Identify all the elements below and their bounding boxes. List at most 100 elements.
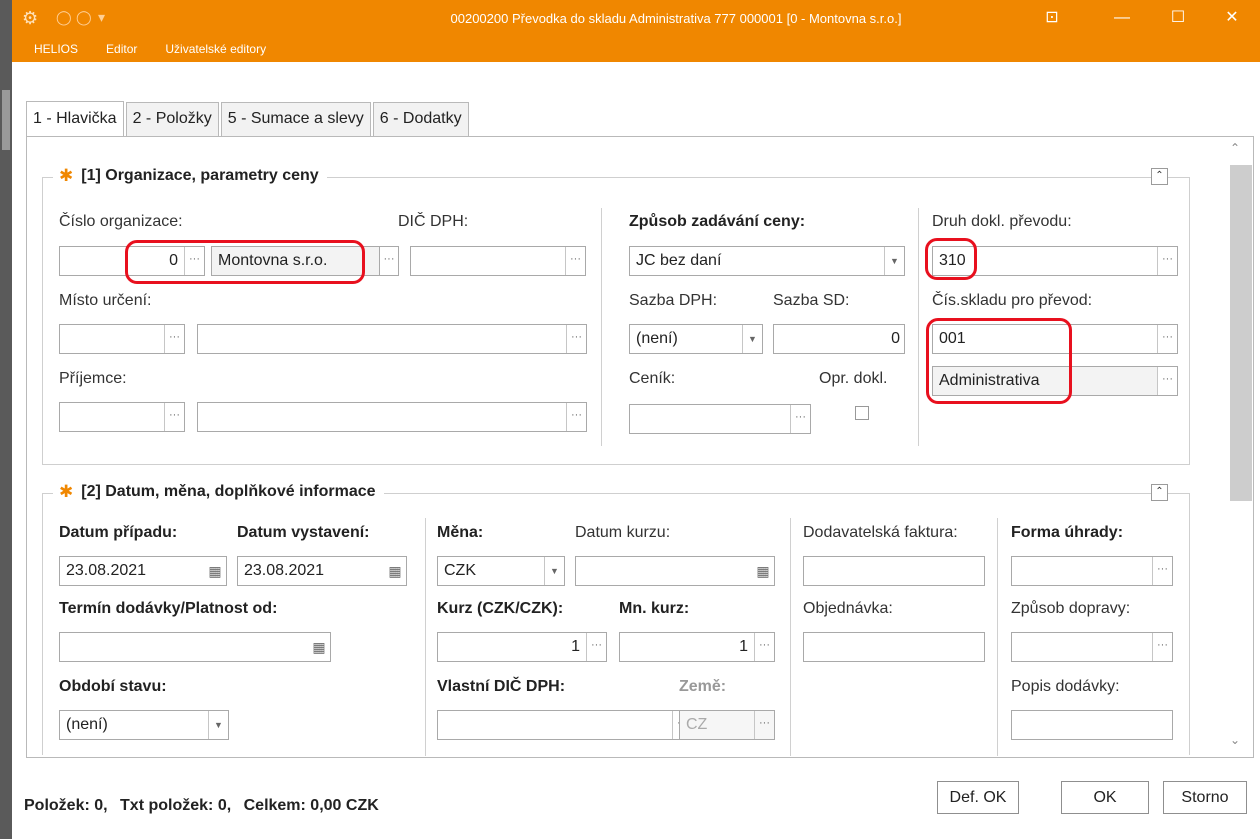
case-date-value: 23.08.2021 (66, 562, 147, 579)
close-button[interactable]: ✕ (1212, 6, 1252, 30)
browse-icon[interactable]: ··· (754, 633, 774, 661)
case-date-field[interactable]: 23.08.2021 ▦ (59, 556, 227, 586)
supplier-invoice-field[interactable] (803, 556, 985, 586)
sd-rate-value: 0 (891, 330, 900, 347)
currency-select[interactable]: CZK ▼ (437, 556, 565, 586)
browse-icon[interactable]: ··· (566, 403, 586, 431)
menu-bar: HELIOS Editor Uživatelské editory (12, 36, 280, 62)
tab-supplements[interactable]: 6 - Dodatky (372, 102, 469, 136)
star-icon: ✱ (59, 166, 74, 185)
sd-rate-field[interactable]: 0 (773, 324, 905, 354)
price-list-label: Ceník: (629, 370, 676, 387)
destination-name-field[interactable]: ··· (197, 324, 587, 354)
minimize-button[interactable]: — (1102, 6, 1142, 30)
browse-icon[interactable]: ··· (1157, 325, 1177, 353)
storno-button[interactable]: Storno (1163, 781, 1247, 814)
browse-icon[interactable]: ··· (379, 246, 399, 276)
scroll-up-icon[interactable]: ⌃ (1217, 141, 1253, 155)
chevron-down-icon[interactable]: ▼ (208, 711, 228, 739)
calendar-icon[interactable]: ▦ (752, 557, 774, 585)
title-bar: ⚙ ◯ ◯ ▾ 00200200 Převodka do skladu Admi… (12, 0, 1260, 62)
price-list-field[interactable]: ··· (629, 404, 811, 434)
delivery-description-field[interactable] (1011, 710, 1173, 740)
calendar-icon[interactable]: ▦ (204, 557, 226, 585)
divider (997, 518, 998, 756)
recipient-code-field[interactable]: ··· (59, 402, 185, 432)
divider (918, 208, 919, 446)
browse-icon[interactable]: ··· (164, 403, 184, 431)
browse-icon[interactable]: ··· (184, 247, 204, 275)
price-entry-value: JC bez daní (636, 252, 722, 269)
correction-doc-checkbox[interactable] (855, 406, 869, 420)
items-count: Položek: 0, (24, 797, 108, 814)
tab-header[interactable]: 1 - Hlavička (26, 101, 124, 137)
browse-icon[interactable]: ··· (1152, 557, 1172, 585)
browse-icon[interactable]: ··· (565, 247, 585, 275)
text-items-count: Txt položek: 0, (120, 797, 232, 814)
currency-value: CZK (444, 562, 476, 579)
destination-code-field[interactable]: ··· (59, 324, 185, 354)
section-date-currency: ✱ [2] Datum, měna, doplňkové informace ⌃… (42, 482, 1190, 756)
maximize-button[interactable]: ☐ (1158, 6, 1198, 30)
country-value: CZ (686, 716, 708, 733)
warehouse-number-label: Čís.skladu pro převod: (932, 292, 1093, 309)
tab-items[interactable]: 2 - Položky (125, 102, 219, 136)
rate-amount-field[interactable]: 1 ··· (619, 632, 775, 662)
menu-editor[interactable]: Editor (92, 36, 151, 62)
calendar-icon[interactable]: ▦ (308, 633, 330, 661)
ok-button[interactable]: OK (1061, 781, 1149, 814)
tab-summary-discounts[interactable]: 5 - Sumace a slevy (220, 102, 371, 136)
menu-user-editors[interactable]: Uživatelské editory (151, 36, 280, 62)
correction-doc-label: Opr. dokl. (819, 370, 888, 387)
rate-date-label: Datum kurzu: (575, 524, 671, 541)
own-vat-id-field[interactable]: ··· (437, 710, 693, 740)
delivery-term-label: Termín dodávky/Platnost od: (59, 600, 278, 617)
vertical-scrollbar[interactable]: ⌃ ⌄ (1217, 137, 1253, 757)
delivery-description-label: Popis dodávky: (1011, 678, 1120, 695)
issue-date-field[interactable]: 23.08.2021 ▦ (237, 556, 407, 586)
section-1-title[interactable]: ✱ [1] Organizace, parametry ceny (53, 166, 327, 186)
browse-icon[interactable]: ··· (566, 325, 586, 353)
period-select[interactable]: (není) ▼ (59, 710, 229, 740)
pin-button[interactable]: ⊡ (1032, 6, 1072, 30)
country-field: CZ ··· (679, 710, 775, 740)
organization-number-field[interactable]: 0 ··· (59, 246, 205, 276)
payment-form-field[interactable]: ··· (1011, 556, 1173, 586)
warehouse-number-value: 001 (939, 330, 966, 347)
scrollbar-thumb[interactable] (1230, 165, 1252, 501)
menu-helios[interactable]: HELIOS (12, 36, 92, 62)
scroll-down-icon[interactable]: ⌄ (1217, 733, 1253, 747)
chevron-down-icon[interactable]: ▼ (884, 247, 904, 275)
delivery-term-field[interactable]: ▦ (59, 632, 331, 662)
rate-date-field[interactable]: ▦ (575, 556, 775, 586)
collapse-section-1-icon[interactable]: ⌃ (1151, 168, 1168, 185)
recipient-name-field[interactable]: ··· (197, 402, 587, 432)
divider (601, 208, 602, 446)
vat-rate-select[interactable]: (není) ▼ (629, 324, 763, 354)
order-field[interactable] (803, 632, 985, 662)
resize-grip[interactable] (2, 90, 10, 150)
collapse-section-2-icon[interactable]: ⌃ (1151, 484, 1168, 501)
vat-id-field[interactable]: ··· (410, 246, 586, 276)
browse-icon[interactable]: ··· (164, 325, 184, 353)
warehouse-number-field[interactable]: 001 ··· (932, 324, 1178, 354)
transfer-type-value: 310 (939, 252, 966, 269)
browse-icon[interactable]: ··· (1157, 247, 1177, 275)
transfer-type-field[interactable]: 310 ··· (932, 246, 1178, 276)
chevron-down-icon[interactable]: ▼ (742, 325, 762, 353)
section-2-title[interactable]: ✱ [2] Datum, měna, doplňkové informace (53, 482, 384, 502)
browse-icon[interactable]: ··· (1157, 367, 1177, 395)
browse-icon[interactable]: ··· (586, 633, 606, 661)
divider (790, 518, 791, 756)
browse-icon[interactable]: ··· (1152, 633, 1172, 661)
price-entry-select[interactable]: JC bez daní ▼ (629, 246, 905, 276)
calendar-icon[interactable]: ▦ (384, 557, 406, 585)
chevron-down-icon[interactable]: ▼ (544, 557, 564, 585)
form-content: 1 - Hlavička 2 - Položky 5 - Sumace a sl… (12, 62, 1260, 839)
transport-method-field[interactable]: ··· (1011, 632, 1173, 662)
exchange-rate-label: Kurz (CZK/CZK): (437, 600, 564, 617)
def-ok-button[interactable]: Def. OK (937, 781, 1019, 814)
issue-date-value: 23.08.2021 (244, 562, 325, 579)
exchange-rate-field[interactable]: 1 ··· (437, 632, 607, 662)
browse-icon[interactable]: ··· (790, 405, 810, 433)
